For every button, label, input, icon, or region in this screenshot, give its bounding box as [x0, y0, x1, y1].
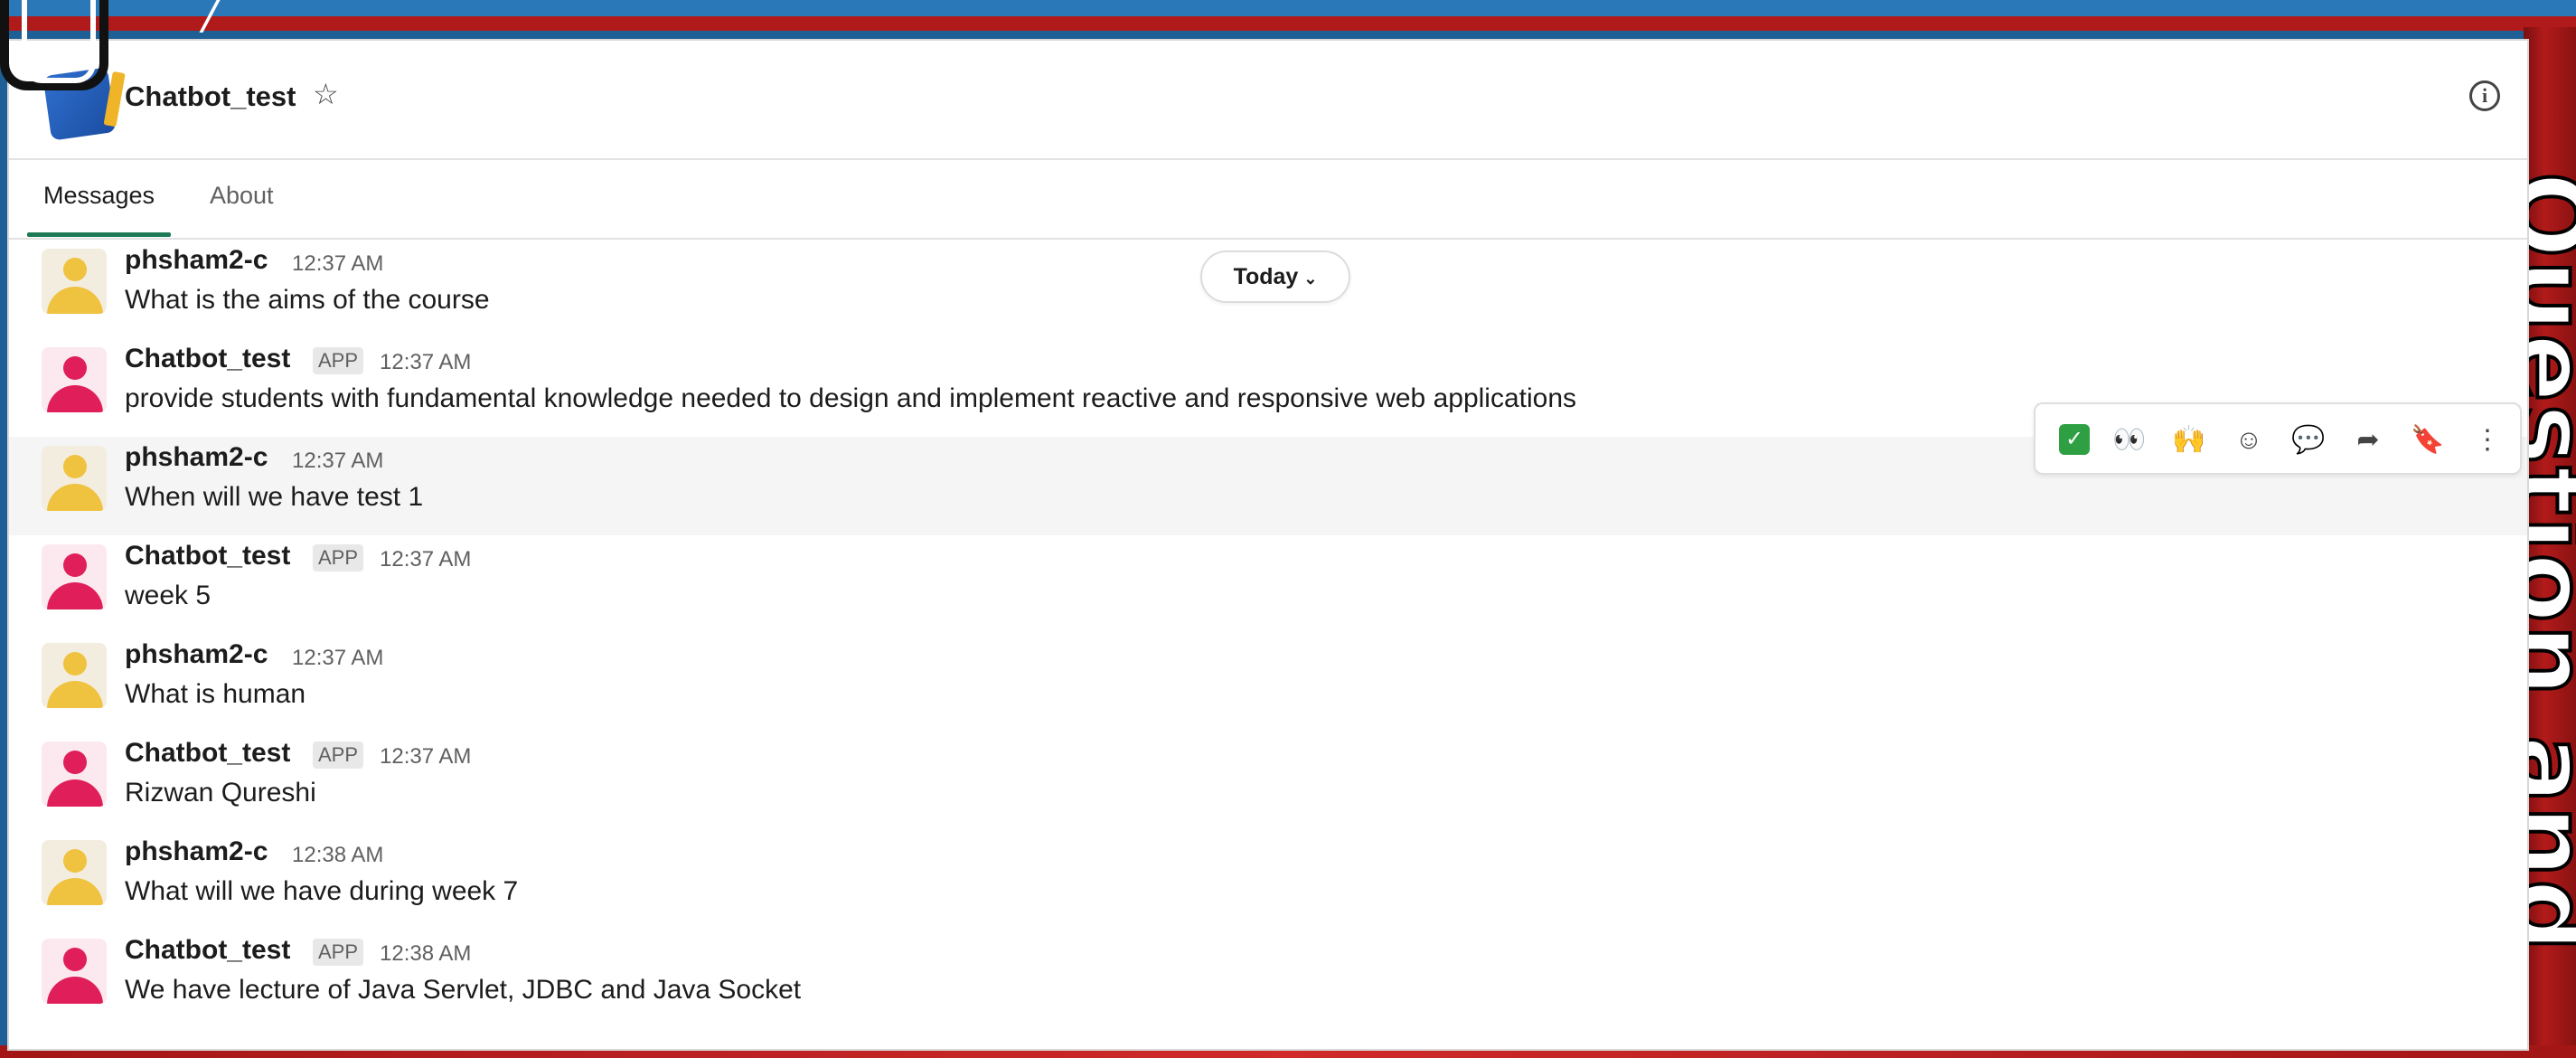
avatar-head — [63, 849, 87, 873]
message-author[interactable]: phsham2-c — [125, 836, 268, 867]
app-badge: APP — [313, 347, 364, 374]
reply-thread-icon[interactable]: 💬 — [2289, 420, 2328, 460]
bot-avatar[interactable] — [42, 347, 107, 412]
message-row[interactable]: Chatbot_test APP 12:37 AM Rizwan Qureshi — [9, 732, 2527, 831]
user-avatar[interactable] — [42, 840, 107, 905]
message-row[interactable]: Chatbot_test APP 12:38 AM We have lecture o… — [9, 930, 2527, 1028]
message-timestamp[interactable]: 12:37 AM — [380, 350, 471, 375]
message-author[interactable]: Chatbot_test — [125, 935, 290, 966]
message-timestamp[interactable]: 12:37 AM — [292, 646, 383, 671]
bot-avatar[interactable] — [42, 544, 107, 609]
message-text: We have lecture of Java Servlet, JDBC an… — [125, 975, 802, 1005]
avatar-head — [63, 751, 87, 774]
chevron-down-icon: ⌄ — [1303, 269, 1318, 288]
app-badge: APP — [313, 742, 364, 769]
slide-corner-logo — [0, 0, 108, 90]
message-row[interactable]: phsham2-c 12:37 AM What is human — [9, 634, 2527, 732]
message-timestamp[interactable]: 12:37 AM — [292, 449, 383, 474]
forward-icon[interactable]: ➦ — [2348, 420, 2388, 460]
date-divider-today[interactable]: Today ⌄ — [1200, 250, 1350, 303]
message-author[interactable]: Chatbot_test — [125, 738, 290, 769]
avatar-body — [47, 385, 103, 412]
avatar-body — [47, 977, 103, 1004]
avatar-body — [47, 878, 103, 905]
message-row[interactable]: phsham2-c 12:38 AM What will we have durin… — [9, 831, 2527, 930]
app-badge: APP — [313, 544, 364, 572]
message-text: provide students with fundamental knowle… — [125, 383, 1577, 413]
star-icon[interactable]: ☆ — [313, 77, 339, 111]
channel-header: Chatbot_test ☆ i — [9, 41, 2527, 160]
channel-tabs: Messages About — [9, 160, 2527, 240]
slide-top-band — [0, 16, 2576, 31]
message-author[interactable]: phsham2-c — [125, 442, 268, 473]
message-text: What is human — [125, 679, 306, 709]
avatar-head — [63, 948, 87, 971]
channel-name[interactable]: Chatbot_test — [125, 80, 296, 113]
avatar-head — [63, 455, 87, 478]
slack-channel-window: Chatbot_test ☆ i Messages About phsham2-… — [9, 41, 2527, 1049]
avatar-head — [63, 258, 87, 281]
user-avatar[interactable] — [42, 643, 107, 708]
message-author[interactable]: phsham2-c — [125, 639, 268, 670]
message-timestamp[interactable]: 12:37 AM — [380, 547, 471, 572]
message-timestamp[interactable]: 12:37 AM — [380, 744, 471, 770]
message-list: phsham2-c 12:37 AM What is the aims of the… — [9, 240, 2527, 1049]
message-author[interactable]: phsham2-c — [125, 245, 268, 276]
slide-vertical-title: Question and — [2524, 172, 2576, 956]
info-icon[interactable]: i — [2469, 80, 2500, 111]
message-author[interactable]: Chatbot_test — [125, 541, 290, 572]
user-avatar[interactable] — [42, 446, 107, 511]
bot-avatar[interactable] — [42, 939, 107, 1004]
message-timestamp[interactable]: 12:38 AM — [380, 941, 471, 967]
tab-about[interactable]: About — [210, 182, 274, 228]
eyes-emoji-icon[interactable]: 👀 — [2110, 420, 2149, 460]
avatar-head — [63, 652, 87, 675]
app-badge: APP — [313, 939, 364, 966]
message-text: What is the aims of the course — [125, 285, 490, 315]
date-divider-label: Today — [1233, 264, 1299, 289]
avatar-body — [47, 681, 103, 708]
message-text: week 5 — [125, 581, 212, 610]
message-timestamp[interactable]: 12:38 AM — [292, 843, 383, 868]
checkmark-icon[interactable]: ✓ — [2059, 424, 2090, 455]
add-reaction-icon[interactable]: ☺ — [2229, 420, 2269, 460]
user-avatar[interactable] — [42, 249, 107, 314]
more-vertical-icon[interactable]: ⋮ — [2468, 420, 2507, 460]
avatar-body — [47, 287, 103, 314]
message-row[interactable]: Chatbot_test APP 12:37 AM week 5 — [9, 535, 2527, 634]
message-text: What will we have during week 7 — [125, 876, 519, 906]
bot-avatar[interactable] — [42, 742, 107, 807]
avatar-head — [63, 553, 87, 577]
raised-hands-emoji-icon[interactable]: 🙌 — [2169, 420, 2209, 460]
tab-messages[interactable]: Messages — [26, 182, 172, 237]
avatar-body — [47, 779, 103, 807]
avatar-body — [47, 484, 103, 511]
message-timestamp[interactable]: 12:37 AM — [292, 251, 383, 277]
avatar-head — [63, 356, 87, 380]
message-text: Rizwan Qureshi — [125, 778, 316, 808]
avatar-body — [47, 582, 103, 609]
message-text: When will we have test 1 — [125, 482, 424, 512]
bookmark-icon[interactable]: 🔖 — [2408, 420, 2448, 460]
message-author[interactable]: Chatbot_test — [125, 344, 290, 374]
message-actions-toolbar: ✓ 👀 🙌 ☺ 💬 ➦ 🔖 ⋮ — [2034, 402, 2522, 475]
